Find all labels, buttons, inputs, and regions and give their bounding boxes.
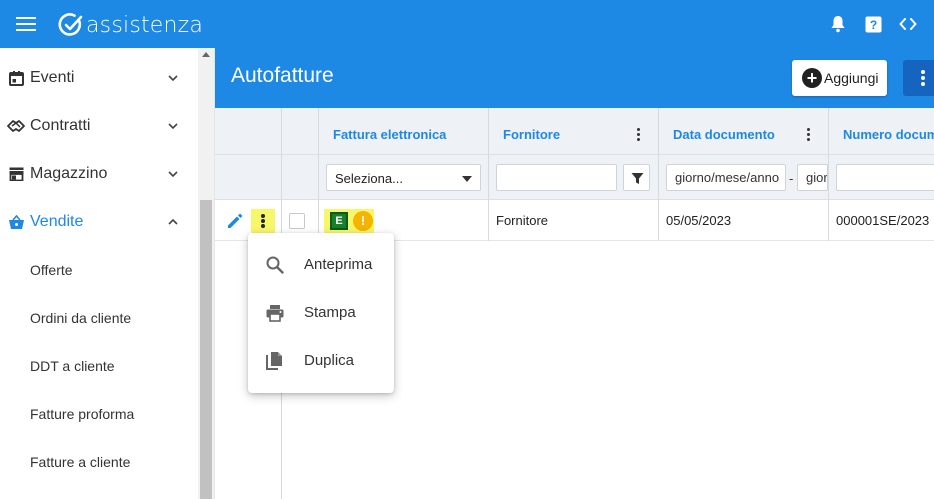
sidebar-item-label: Vendite [30, 213, 84, 230]
cell-numero-documento: 000001SE/2023 [836, 213, 930, 228]
sidebar-subitem-label: Ordini da cliente [30, 310, 132, 326]
grid-header-row: Fattura elettronica Fornitore Data docum… [215, 108, 934, 155]
sidebar-scrollbar[interactable] [198, 48, 214, 499]
column-menu-icon[interactable] [637, 128, 641, 142]
sidebar-subitem-ddt-a-cliente[interactable]: DDT a cliente [0, 342, 198, 390]
menu-item-stampa[interactable]: Stampa [248, 289, 394, 337]
chevron-up-icon [168, 218, 178, 225]
row-menu-icon[interactable] [251, 209, 275, 233]
code-icon[interactable] [896, 12, 920, 36]
numero-documento-filter-input[interactable] [836, 164, 934, 191]
help-icon[interactable]: ? [861, 12, 885, 36]
sidebar-item-label: Eventi [30, 69, 75, 86]
row-checkbox[interactable] [289, 213, 305, 229]
select-value: Seleziona... [335, 171, 403, 186]
date-range-separator: - [789, 171, 794, 186]
menu-item-label: Anteprima [304, 256, 373, 273]
page-header: Autofatture + Aggiungi [215, 48, 934, 108]
column-header-numero-documento[interactable]: Numero documento [843, 127, 934, 142]
sidebar-item-contratti[interactable]: Contratti [0, 102, 198, 150]
pencil-edit-icon[interactable] [225, 211, 245, 231]
cell-fornitore: Fornitore [496, 213, 549, 228]
sidebar-item-magazzino[interactable]: Magazzino [0, 150, 198, 198]
sidebar-item-eventi[interactable]: Eventi [0, 54, 198, 102]
add-button-label: Aggiungi [824, 70, 879, 86]
sidebar-subitem-offerte[interactable]: Offerte [0, 246, 198, 294]
sidebar: Eventi Contratti Magazzino Vendite Offer… [0, 48, 215, 499]
column-header-fornitore[interactable]: Fornitore [503, 127, 560, 142]
page-title: Autofatture [231, 64, 334, 87]
sidebar-subitem-label: Offerte [30, 262, 73, 278]
sidebar-subitem-ordini-da-cliente[interactable]: Ordini da cliente [0, 294, 198, 342]
sidebar-subitem-fatture-a-cliente[interactable]: Fatture a cliente [0, 438, 198, 486]
cell-data-documento: 05/05/2023 [666, 213, 732, 228]
grid-filter-row: Seleziona... giorno/mese/anno - giorno/m… [215, 155, 934, 200]
menu-item-duplica[interactable]: Duplica [248, 337, 394, 385]
handshake-icon [7, 117, 25, 135]
column-menu-icon[interactable] [807, 128, 811, 142]
filter-icon [631, 173, 644, 184]
column-header-data-documento[interactable]: Data documento [673, 127, 775, 142]
sidebar-item-label: Magazzino [30, 165, 108, 182]
menu-item-label: Stampa [304, 304, 356, 321]
basket-icon [7, 213, 25, 231]
bell-icon[interactable] [826, 12, 850, 36]
sidebar-subitem-label: DDT a cliente [30, 358, 115, 374]
print-icon [266, 305, 284, 322]
store-icon [7, 165, 25, 183]
warning-icon: ! [353, 211, 373, 231]
menu-icon[interactable] [16, 16, 36, 32]
chevron-down-icon [168, 171, 178, 178]
column-divider [658, 108, 659, 241]
data-documento-from-input[interactable]: giorno/mese/anno [666, 164, 786, 191]
sidebar-subitem-label: Fatture proforma [30, 406, 135, 422]
add-button[interactable]: + Aggiungi [792, 60, 887, 96]
sidebar-subitem-label: Fatture a cliente [30, 454, 131, 470]
fattura-elettronica-filter-select[interactable]: Seleziona... [326, 164, 481, 191]
top-app-bar: assistenza ? [0, 0, 934, 48]
add-circle-icon: + [802, 68, 822, 88]
menu-item-label: Duplica [304, 352, 355, 369]
chevron-down-icon [168, 75, 178, 82]
column-divider [488, 108, 489, 241]
column-header-fattura-elettronica[interactable]: Fattura elettronica [333, 127, 446, 142]
column-divider [318, 108, 319, 241]
row-context-menu: Anteprima Stampa Duplica [248, 233, 394, 393]
sidebar-subitem-fatture-proforma[interactable]: Fatture proforma [0, 390, 198, 438]
duplicate-icon [266, 352, 282, 370]
menu-item-anteprima[interactable]: Anteprima [248, 241, 394, 289]
chevron-down-icon [168, 123, 178, 130]
search-icon [266, 256, 284, 274]
scroll-up-arrow[interactable] [202, 52, 210, 57]
caret-down-icon [462, 176, 472, 182]
check-circle-logo-icon [58, 13, 83, 36]
sidebar-item-vendite[interactable]: Vendite [0, 198, 198, 246]
more-actions-button[interactable] [903, 60, 934, 96]
filter-button[interactable] [623, 164, 650, 191]
fornitore-filter-input[interactable] [496, 164, 617, 191]
einvoice-badge: E [330, 212, 348, 230]
einvoice-status: E ! [324, 209, 374, 233]
sidebar-item-label: Contratti [30, 117, 91, 134]
scrollbar-thumb[interactable] [200, 200, 212, 499]
column-divider [828, 108, 829, 241]
brand-name: assistenza [86, 12, 204, 38]
data-documento-to-input[interactable]: giorno/mese/anno [797, 164, 828, 191]
svg-text:?: ? [869, 18, 876, 32]
app-logo[interactable]: assistenza [58, 11, 203, 39]
calendar-icon [7, 69, 25, 87]
